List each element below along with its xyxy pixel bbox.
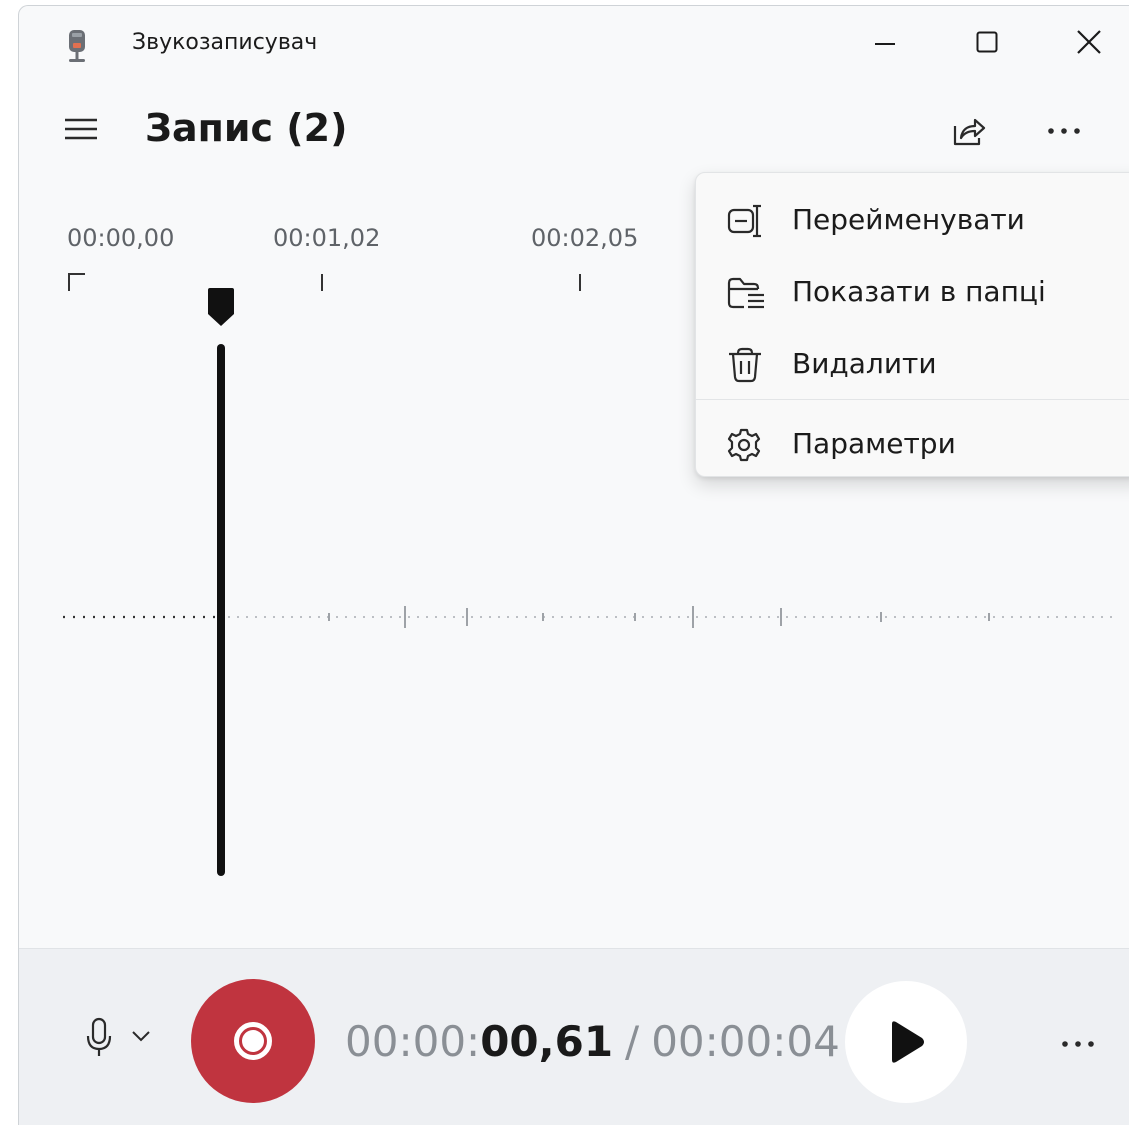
- microphone-icon: [86, 1017, 112, 1056]
- rename-icon: [727, 204, 761, 238]
- menu-item-show-in-folder[interactable]: Показати в папці: [696, 261, 1129, 321]
- chevron-down-icon: [132, 1031, 150, 1042]
- menu-item-label: Перейменувати: [792, 203, 1025, 236]
- record-button[interactable]: [191, 979, 315, 1103]
- hamburger-icon: [65, 118, 97, 140]
- menu-item-label: Видалити: [792, 347, 937, 380]
- maximize-icon: [976, 31, 998, 53]
- minimize-button[interactable]: [855, 16, 915, 68]
- menu-button[interactable]: [63, 114, 99, 144]
- timecode: 00:00:00,61/00:00:04: [345, 1017, 840, 1066]
- timeline-tick: [579, 274, 581, 291]
- menu-item-delete[interactable]: Видалити: [696, 333, 1129, 393]
- page-title: Запис (2): [145, 106, 348, 150]
- share-button[interactable]: [943, 106, 993, 156]
- more-icon: [1062, 1041, 1094, 1047]
- menu-item-label: Параметри: [792, 427, 956, 460]
- menu-item-settings[interactable]: Параметри: [696, 413, 1129, 473]
- timeline-label: 00:01,02: [273, 224, 381, 252]
- timeline-label: 00:00,00: [67, 224, 175, 252]
- microphone-app-icon: [69, 30, 85, 62]
- play-icon: [892, 1021, 924, 1063]
- current-time-prefix: 00:00:: [345, 1017, 481, 1066]
- menu-item-rename[interactable]: Перейменувати: [696, 189, 1129, 249]
- more-icon: [1048, 128, 1080, 134]
- voice-recorder-window: Звукозаписувач Запис (2) 00:00,00 00:01,: [18, 5, 1129, 1125]
- player-more-button[interactable]: [1053, 1019, 1103, 1069]
- total-time: 00:00:04: [651, 1017, 840, 1066]
- microphone-selector[interactable]: [79, 1017, 159, 1067]
- menu-item-label: Показати в папці: [792, 275, 1046, 308]
- close-button[interactable]: [1059, 16, 1119, 68]
- time-separator: /: [625, 1017, 640, 1066]
- playhead-handle[interactable]: [207, 288, 235, 328]
- context-menu: Перейменувати Показати в папці Видалити: [695, 172, 1129, 477]
- record-icon: [234, 1022, 272, 1060]
- timeline-tick: [321, 274, 323, 291]
- trash-icon: [729, 347, 761, 383]
- app-title: Звукозаписувач: [132, 30, 318, 55]
- title-bar: Звукозаписувач: [19, 6, 1129, 80]
- timeline-label: 00:02,05: [531, 224, 639, 252]
- play-button[interactable]: [845, 981, 967, 1103]
- folder-icon: [727, 277, 764, 309]
- current-time: 00,61: [480, 1017, 614, 1066]
- playhead-line[interactable]: [217, 344, 225, 876]
- gear-icon: [727, 428, 761, 462]
- more-options-button[interactable]: [1039, 106, 1089, 156]
- player-bar: 00:00:00,61/00:00:04: [19, 948, 1129, 1125]
- menu-separator: [696, 399, 1129, 400]
- timeline-start-marker: [68, 273, 85, 291]
- close-icon: [1077, 30, 1101, 54]
- share-icon: [953, 118, 986, 146]
- minimize-icon: [875, 43, 895, 45]
- maximize-button[interactable]: [957, 16, 1017, 68]
